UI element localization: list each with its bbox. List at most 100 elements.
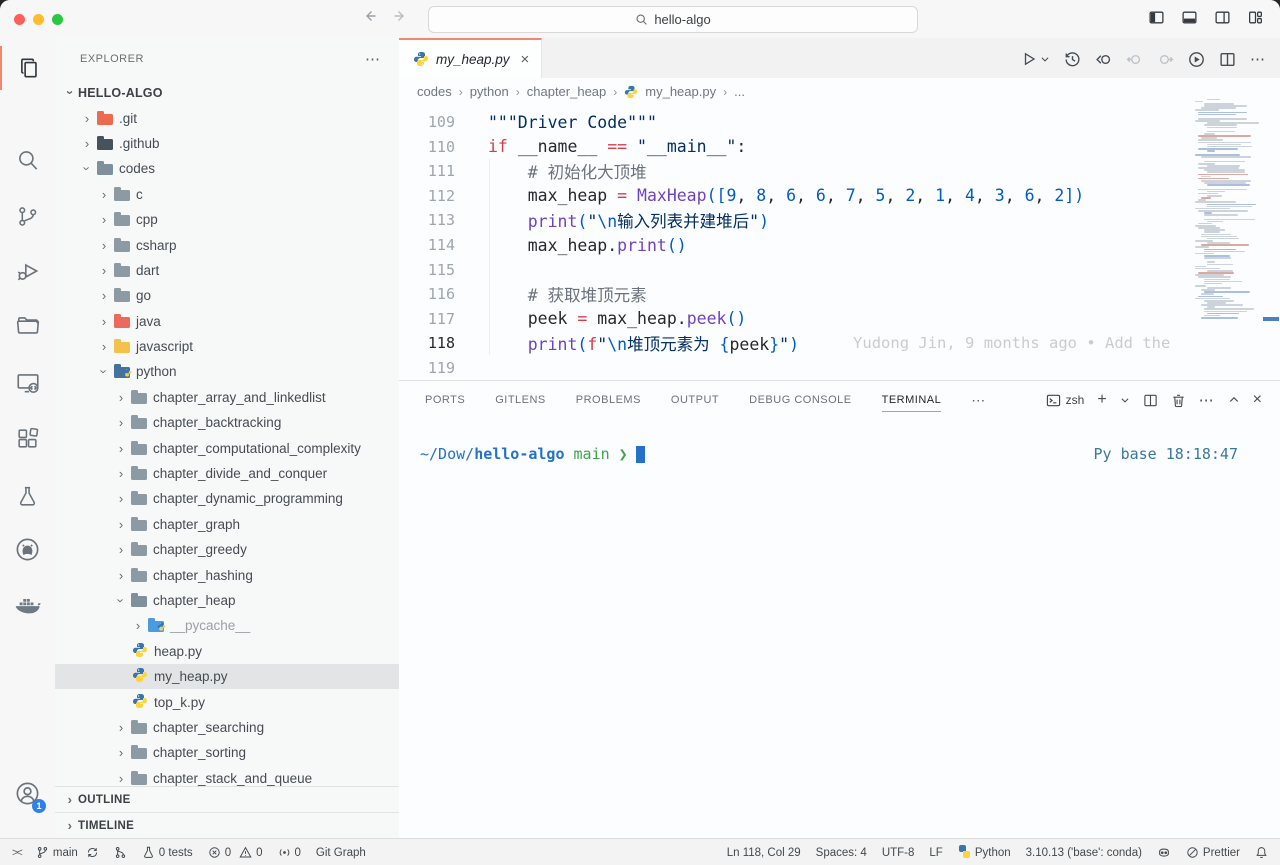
terminal-view[interactable]: ~/Dow/hello-algo main ❯ Py base 18:18:47: [399, 419, 1280, 463]
zoom-window-button[interactable]: [52, 14, 63, 25]
close-window-button[interactable]: [14, 14, 25, 25]
copilot-status[interactable]: [1157, 846, 1171, 860]
activity-search-icon[interactable]: [0, 138, 55, 182]
activity-account-icon[interactable]: 1: [0, 771, 55, 815]
panel-tab-ports[interactable]: PORTS: [425, 381, 465, 419]
feedback-status[interactable]: 0: [278, 846, 301, 859]
activity-docker-icon[interactable]: [0, 583, 55, 627]
tree-item-chapter_dynamic_programming[interactable]: ›chapter_dynamic_programming: [55, 486, 399, 511]
toggle-secondary-sidebar-icon[interactable]: [1214, 9, 1231, 26]
code-line-116[interactable]: 116 # 获取堆顶元素: [399, 282, 1195, 307]
tree-item-chapter_computational_complexity[interactable]: ›chapter_computational_complexity: [55, 435, 399, 460]
code-line-115[interactable]: 115: [399, 257, 1195, 282]
activity-explorer-icon[interactable]: [0, 46, 57, 90]
toggle-primary-sidebar-icon[interactable]: [1148, 9, 1165, 26]
cursor-position[interactable]: Ln 118, Col 29: [727, 847, 801, 859]
tree-item-__pycache__[interactable]: ›__pycache__: [55, 613, 399, 638]
panel-more-actions-icon[interactable]: ⋯: [1199, 391, 1215, 409]
code-line-117[interactable]: 117 peek = max_heap.peek(): [399, 306, 1195, 331]
panel-tab-problems[interactable]: PROBLEMS: [576, 381, 641, 419]
code-line-112[interactable]: 112 max_heap = MaxHeap([9, 8, 6, 6, 7, 5…: [399, 184, 1195, 209]
command-center-search[interactable]: hello-algo: [428, 6, 918, 33]
breadcrumb-codes[interactable]: codes: [417, 84, 452, 99]
panel-tab-output[interactable]: OUTPUT: [671, 381, 719, 419]
tree-item-chapter_divide_and_conquer[interactable]: ›chapter_divide_and_conquer: [55, 461, 399, 486]
branch-status[interactable]: main: [36, 846, 99, 859]
tree-item-.git[interactable]: ›.git: [55, 105, 399, 130]
git-graph-button[interactable]: Git Graph: [316, 847, 366, 859]
indentation[interactable]: Spaces: 4: [816, 847, 867, 859]
nav-forward-icon[interactable]: [392, 8, 408, 24]
tree-item-my_heap.py[interactable]: my_heap.py: [55, 664, 399, 689]
file-history-icon[interactable]: [1064, 51, 1081, 68]
activity-source-control-icon[interactable]: [0, 194, 55, 238]
split-editor-icon[interactable]: [1219, 51, 1236, 68]
tree-item-chapter_greedy[interactable]: ›chapter_greedy: [55, 537, 399, 562]
encoding[interactable]: UTF-8: [882, 847, 915, 859]
tab-my-heap-py[interactable]: my_heap.py ×: [399, 38, 542, 78]
remote-indicator[interactable]: ><: [12, 847, 21, 859]
activity-run-debug-icon[interactable]: [0, 249, 55, 293]
activity-folder-icon[interactable]: [0, 304, 55, 348]
toggle-panel-icon[interactable]: [1181, 9, 1198, 26]
tree-item-csharp[interactable]: ›csharp: [55, 232, 399, 257]
tree-item-chapter_backtracking[interactable]: ›chapter_backtracking: [55, 410, 399, 435]
tree-item-codes[interactable]: ›codes: [55, 156, 399, 181]
activity-testing-icon[interactable]: [0, 474, 55, 518]
prettier-status[interactable]: Prettier: [1186, 846, 1240, 859]
code-line-118[interactable]: 118 print(f"\n堆顶元素为 {peek}")Yudong Jin, …: [399, 331, 1195, 356]
tree-item-javascript[interactable]: ›javascript: [55, 334, 399, 359]
problems-status[interactable]: 00: [208, 846, 263, 859]
tree-item-cpp[interactable]: ›cpp: [55, 207, 399, 232]
panel-tab-terminal[interactable]: TERMINAL: [882, 381, 942, 419]
code-line-111[interactable]: 111 # 初始化大顶堆: [399, 159, 1195, 184]
timeline-section[interactable]: › TIMELINE: [55, 812, 399, 838]
code-line-113[interactable]: 113 print("\n输入列表并建堆后"): [399, 208, 1195, 233]
code-line-109[interactable]: 109"""Driver Code""": [399, 110, 1195, 135]
tab-close-icon[interactable]: ×: [521, 51, 530, 68]
maximize-panel-icon[interactable]: [1228, 394, 1240, 406]
notifications-bell[interactable]: [1255, 846, 1268, 859]
minimize-window-button[interactable]: [33, 14, 44, 25]
panel-more-tabs-icon[interactable]: ⋯: [971, 392, 985, 409]
tree-item-chapter_searching[interactable]: ›chapter_searching: [55, 715, 399, 740]
editor-more-actions-icon[interactable]: ⋯: [1250, 50, 1266, 68]
breadcrumb-chapter-heap[interactable]: chapter_heap: [527, 84, 607, 99]
tree-item-heap.py[interactable]: heap.py: [55, 639, 399, 664]
code-editor[interactable]: 109"""Driver Code"""110if __name__ == "_…: [399, 105, 1195, 380]
breadcrumb-python[interactable]: python: [470, 84, 509, 99]
breadcrumb-file[interactable]: my_heap.py: [645, 84, 716, 99]
panel-tab-gitlens[interactable]: GITLENS: [495, 381, 546, 419]
outline-section[interactable]: › OUTLINE: [55, 786, 399, 812]
tree-item-chapter_sorting[interactable]: ›chapter_sorting: [55, 740, 399, 765]
code-line-110[interactable]: 110if __name__ == "__main__":: [399, 135, 1195, 160]
activity-extensions-icon[interactable]: [0, 416, 55, 460]
explorer-more-actions-icon[interactable]: ⋯: [365, 50, 381, 68]
terminal-dropdown-icon[interactable]: [1120, 395, 1130, 405]
tree-item-.github[interactable]: ›.github: [55, 131, 399, 156]
tree-item-python[interactable]: ›python: [55, 359, 399, 384]
kill-terminal-trash-icon[interactable]: [1171, 393, 1186, 408]
tree-item-chapter_heap[interactable]: ›chapter_heap: [55, 588, 399, 613]
terminal-shell-badge[interactable]: zsh: [1046, 393, 1085, 408]
git-graph-icon-item[interactable]: [114, 846, 127, 859]
language-mode[interactable]: Python: [958, 845, 1011, 861]
minimap[interactable]: [1195, 96, 1259, 336]
tree-item-chapter_graph[interactable]: ›chapter_graph: [55, 512, 399, 537]
activity-remote-explorer-icon[interactable]: [0, 361, 55, 405]
code-line-119[interactable]: 119: [399, 355, 1195, 380]
tree-item-dart[interactable]: ›dart: [55, 258, 399, 283]
new-terminal-icon[interactable]: +: [1097, 391, 1106, 409]
customize-layout-icon[interactable]: [1247, 9, 1264, 26]
tree-item-chapter_hashing[interactable]: ›chapter_hashing: [55, 562, 399, 587]
tree-item-HELLO-ALGO[interactable]: ›HELLO-ALGO: [55, 80, 399, 105]
close-panel-icon[interactable]: ×: [1253, 391, 1262, 409]
tree-item-c[interactable]: ›c: [55, 182, 399, 207]
tree-item-go[interactable]: ›go: [55, 283, 399, 308]
tree-item-java[interactable]: ›java: [55, 309, 399, 334]
python-interpreter[interactable]: 3.10.13 ('base': conda): [1026, 847, 1142, 859]
nav-back-icon[interactable]: [362, 8, 378, 24]
run-python-file-button[interactable]: [1021, 51, 1050, 67]
breadcrumb-symbol[interactable]: ...: [734, 84, 745, 99]
panel-tab-debug-console[interactable]: DEBUG CONSOLE: [749, 381, 851, 419]
